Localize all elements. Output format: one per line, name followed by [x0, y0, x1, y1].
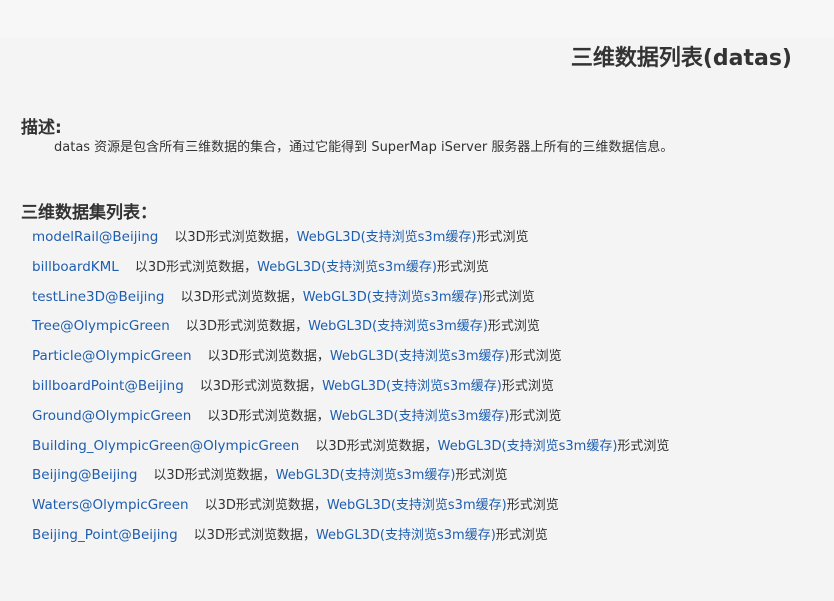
webgl3d-link[interactable]: WebGL3D(支持浏览s3m缓存): [327, 498, 507, 513]
list-item: Tree@OlympicGreen 以3D形式浏览数据，WebGL3D(支持浏览s…: [32, 316, 669, 346]
webgl3d-link[interactable]: WebGL3D(支持浏览s3m缓存): [257, 260, 437, 275]
webgl3d-link[interactable]: WebGL3D(支持浏览s3m缓存): [330, 409, 510, 424]
view-3d-text: 以3D形式浏览数据，: [174, 230, 297, 245]
webgl3d-link[interactable]: WebGL3D(支持浏览s3m缓存): [316, 528, 496, 543]
description-heading: 描述:: [21, 118, 62, 138]
list-item: Beijing@Beijing 以3D形式浏览数据，WebGL3D(支持浏览s3m…: [32, 465, 669, 495]
view-3d-text: 以3D形式浏览数据，: [153, 468, 276, 484]
list-item: billboardKML 以3D形式浏览数据，WebGL3D(支持浏览s3m缓存)…: [32, 257, 669, 287]
dataset-link[interactable]: Beijing_Point@Beijing: [32, 527, 178, 543]
dataset-link[interactable]: modelRail@Beijing: [32, 229, 158, 245]
view-3d-text: 以3D形式浏览数据，: [180, 289, 303, 305]
dataset-link[interactable]: Waters@OlympicGreen: [32, 497, 189, 513]
webgl-suffix-text: 形式浏览: [482, 289, 535, 305]
list-item: Ground@OlympicGreen 以3D形式浏览数据，WebGL3D(支持浏…: [32, 406, 669, 436]
list-item: testLine3D@Beijing 以3D形式浏览数据，WebGL3D(支持浏览…: [32, 287, 669, 317]
list-item: Beijing_Point@Beijing 以3D形式浏览数据，WebGL3D(支…: [32, 525, 669, 555]
webgl3d-link[interactable]: WebGL3D(支持浏览s3m缓存): [322, 379, 502, 394]
dataset-link[interactable]: Beijing@Beijing: [32, 467, 137, 483]
view-3d-text: 以3D形式浏览数据，: [185, 319, 309, 335]
dataset-link[interactable]: Tree@OlympicGreen: [32, 318, 170, 334]
webgl-suffix-text: 形式浏览: [455, 468, 508, 484]
view-3d-text: 以3D形式浏览数据，: [204, 498, 327, 514]
webgl3d-link[interactable]: WebGL3D(支持浏览s3m缓存): [297, 230, 477, 245]
list-item: Waters@OlympicGreen 以3D形式浏览数据，WebGL3D(支持浏…: [32, 495, 669, 525]
webgl-suffix-text: 形式浏览: [476, 230, 529, 245]
top-strip: [0, 0, 834, 38]
dataset-link[interactable]: testLine3D@Beijing: [32, 289, 165, 305]
dataset-link[interactable]: billboardKML: [32, 259, 119, 275]
webgl3d-link[interactable]: WebGL3D(支持浏览s3m缓存): [438, 439, 618, 454]
webgl3d-link[interactable]: WebGL3D(支持浏览s3m缓存): [308, 319, 488, 334]
dataset-list-heading: 三维数据集列表：: [21, 203, 157, 223]
webgl-suffix-text: 形式浏览: [506, 498, 559, 514]
webgl-suffix-text: 形式浏览: [509, 408, 562, 424]
list-item: Particle@OlympicGreen 以3D形式浏览数据，WebGL3D(支…: [32, 346, 669, 376]
dataset-link[interactable]: Ground@OlympicGreen: [32, 408, 191, 424]
webgl-suffix-text: 形式浏览: [436, 259, 489, 275]
list-item: billboardPoint@Beijing 以3D形式浏览数据，WebGL3D(…: [32, 376, 669, 406]
list-item: Building_OlympicGreen@OlympicGreen 以3D形式浏…: [32, 436, 669, 466]
dataset-link[interactable]: Particle@OlympicGreen: [32, 348, 192, 364]
view-3d-text: 以3D形式浏览数据，: [207, 349, 330, 365]
list-item: modelRail@Beijing 以3D形式浏览数据，WebGL3D(支持浏览s…: [32, 227, 669, 257]
description-text: datas 资源是包含所有三维数据的集合，通过它能得到 SuperMap iSe…: [54, 140, 674, 155]
dataset-link[interactable]: Building_OlympicGreen@OlympicGreen: [32, 438, 299, 454]
webgl3d-link[interactable]: WebGL3D(支持浏览s3m缓存): [330, 349, 510, 364]
view-3d-text: 以3D形式浏览数据，: [207, 408, 330, 424]
dataset-list: modelRail@Beijing 以3D形式浏览数据，WebGL3D(支持浏览s…: [32, 227, 669, 555]
view-3d-text: 以3D形式浏览数据，: [193, 527, 316, 543]
view-3d-text: 以3D形式浏览数据，: [134, 259, 258, 275]
webgl-suffix-text: 形式浏览: [509, 349, 562, 365]
webgl-suffix-text: 形式浏览: [501, 378, 554, 394]
view-3d-text: 以3D形式浏览数据，: [315, 438, 438, 454]
webgl-suffix-text: 形式浏览: [617, 438, 670, 454]
page-title: 三维数据列表(datas): [570, 46, 792, 71]
webgl3d-link[interactable]: WebGL3D(支持浏览s3m缓存): [303, 290, 483, 305]
webgl3d-link[interactable]: WebGL3D(支持浏览s3m缓存): [276, 468, 456, 483]
dataset-link[interactable]: billboardPoint@Beijing: [32, 378, 184, 394]
view-3d-text: 以3D形式浏览数据，: [199, 378, 323, 394]
webgl-suffix-text: 形式浏览: [495, 527, 548, 543]
webgl-suffix-text: 形式浏览: [487, 319, 540, 335]
